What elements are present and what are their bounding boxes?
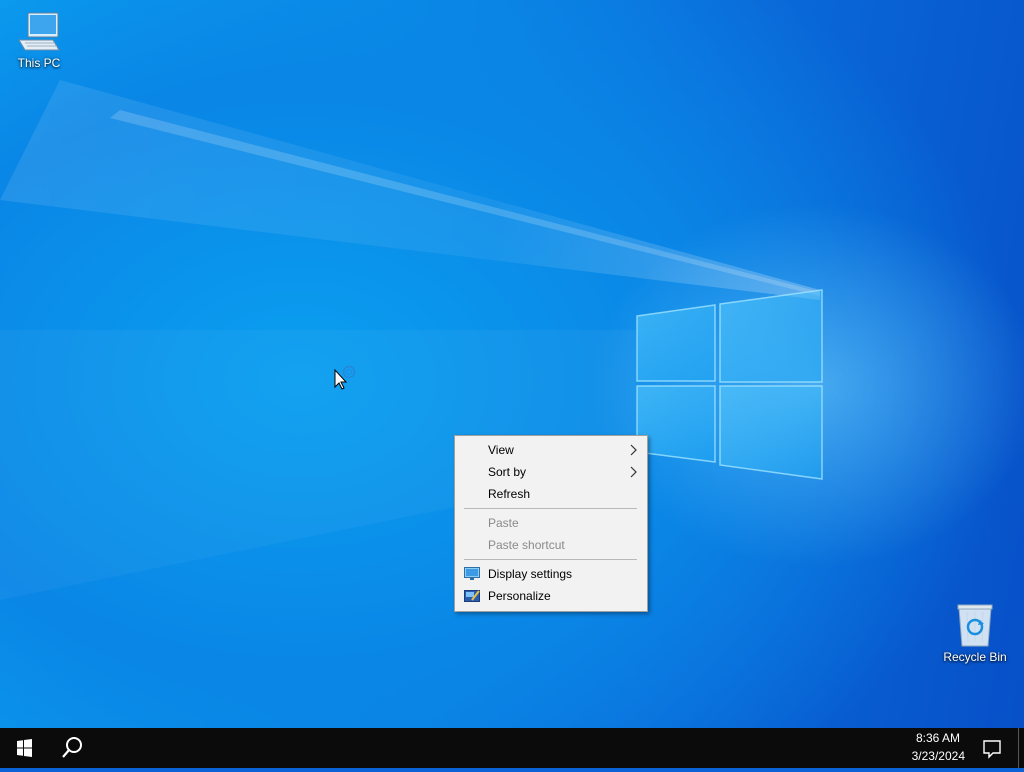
personalize-icon	[464, 590, 480, 602]
clock-time: 8:36 AM	[915, 731, 960, 745]
menu-item-label: View	[488, 443, 514, 457]
menu-item-label: Display settings	[488, 567, 573, 581]
menu-item-sort-by[interactable]: Sort by	[455, 461, 647, 483]
chevron-right-icon	[630, 444, 637, 456]
desktop-icon-label: This PC	[17, 56, 61, 70]
menu-item-refresh[interactable]: Refresh	[455, 483, 647, 505]
menu-item-view[interactable]: View	[455, 439, 647, 461]
wallpaper-windows-logo	[636, 289, 823, 480]
desktop-icon-label: Recycle Bin	[943, 650, 1007, 664]
start-button[interactable]	[0, 728, 48, 768]
menu-item-label: Sort by	[488, 465, 527, 479]
menu-item-label: Paste shortcut	[488, 538, 565, 552]
search-button[interactable]	[48, 728, 96, 768]
desktop-icon-recycle-bin[interactable]: Recycle Bin	[936, 602, 1014, 664]
chevron-right-icon	[630, 466, 637, 478]
menu-separator	[464, 508, 637, 509]
display-settings-icon	[464, 567, 480, 580]
mouse-cursor-busy-icon	[334, 365, 356, 390]
taskbar: 8:36 AM 3/23/2024	[0, 728, 1024, 768]
wallpaper-light-beam	[0, 80, 820, 600]
menu-item-label: Personalize	[488, 589, 551, 603]
desktop[interactable]: This PC Recycle Bin View Sort by Refresh…	[0, 0, 1024, 728]
desktop-icon-this-pc[interactable]: This PC	[0, 10, 78, 70]
computer-icon	[18, 12, 60, 51]
action-center-button[interactable]	[980, 728, 1004, 768]
menu-item-label: Refresh	[488, 487, 531, 501]
menu-item-personalize[interactable]: Personalize	[455, 585, 647, 607]
desktop-context-menu: View Sort by Refresh Paste Paste shortcu…	[454, 435, 648, 612]
show-desktop-button[interactable]	[1018, 728, 1019, 768]
windows-logo-icon	[17, 739, 32, 757]
search-icon	[62, 737, 82, 758]
action-center-icon	[983, 740, 1001, 759]
clock-date: 3/23/2024	[911, 749, 965, 763]
menu-item-label: Paste	[488, 516, 519, 530]
menu-separator	[464, 559, 637, 560]
recycle-bin-icon	[957, 604, 993, 647]
menu-item-paste-shortcut[interactable]: Paste shortcut	[455, 534, 647, 556]
menu-item-display-settings[interactable]: Display settings	[455, 563, 647, 585]
menu-item-paste[interactable]: Paste	[455, 512, 647, 534]
taskbar-clock[interactable]: 8:36 AM 3/23/2024	[888, 728, 988, 768]
